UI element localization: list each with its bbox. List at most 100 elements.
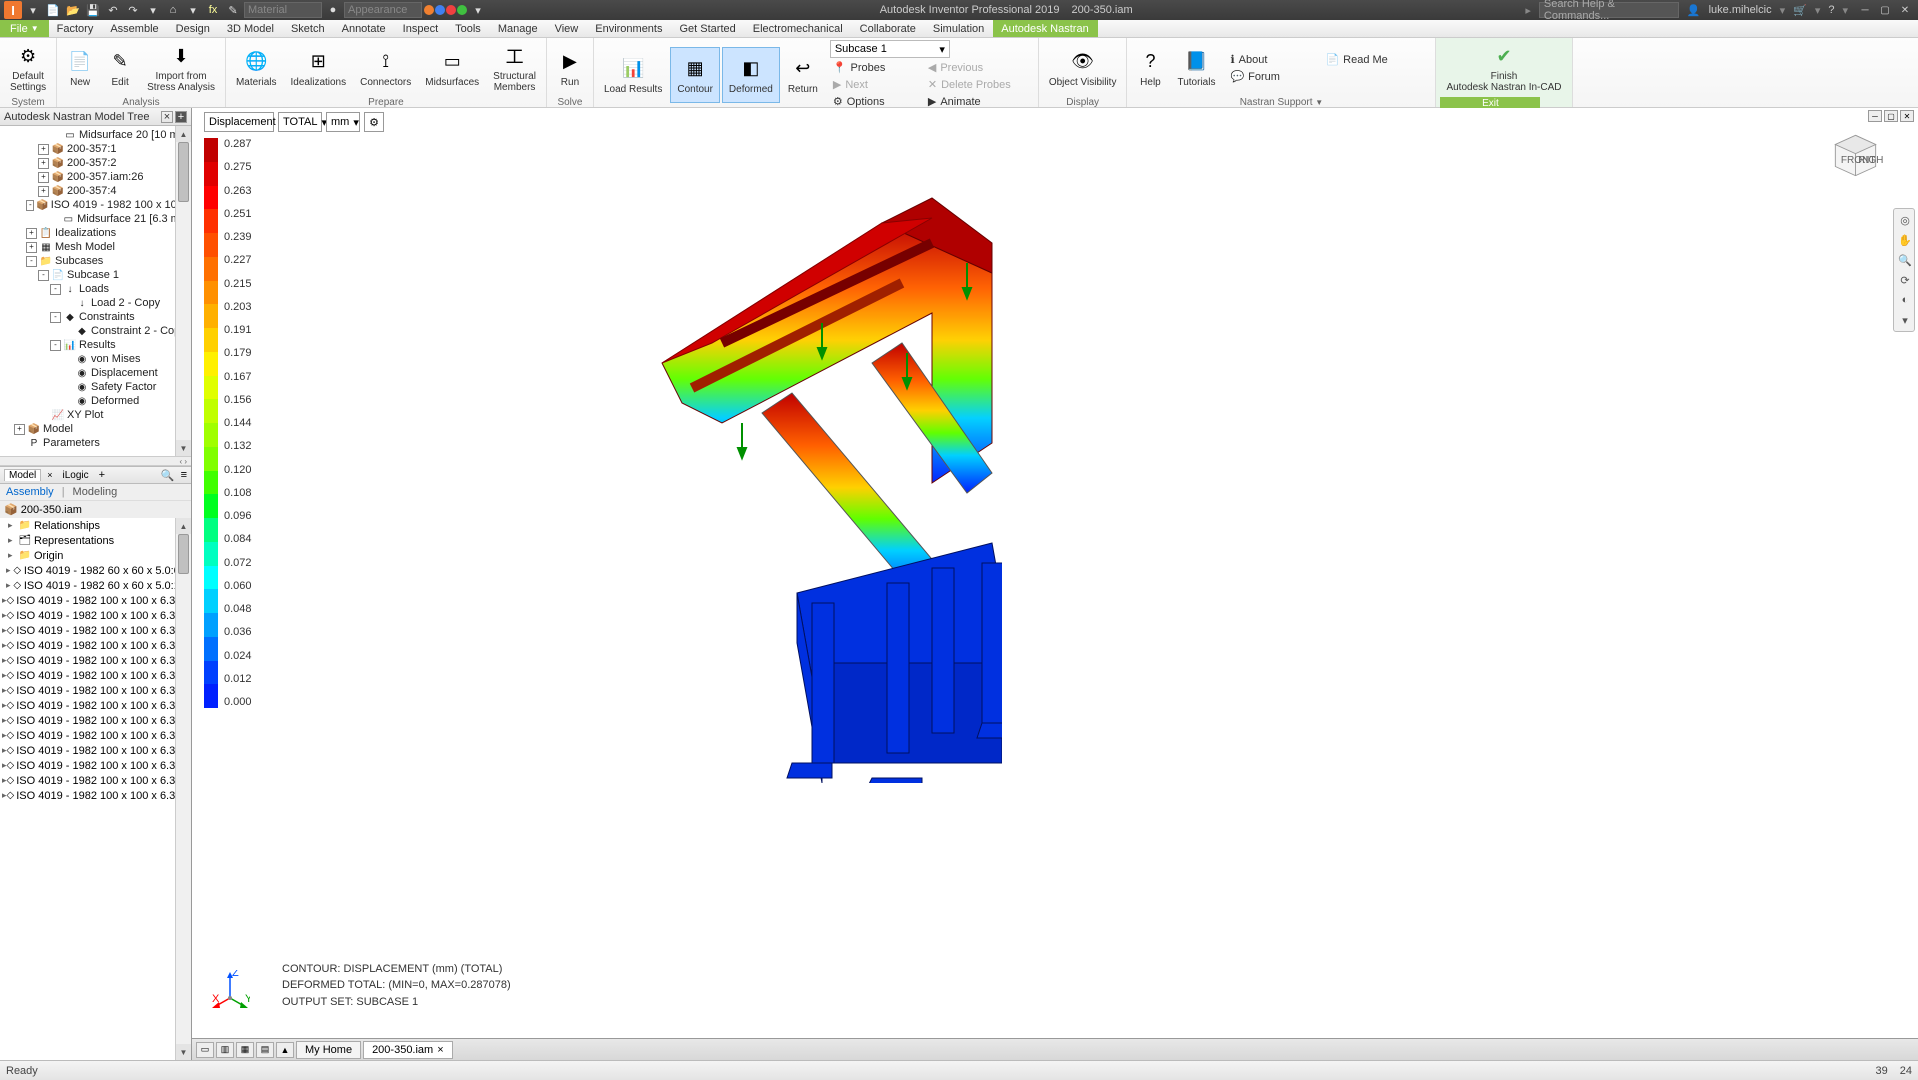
nastran-tree[interactable]: ▭Midsurface 20 [10 mm+📦200-357:1+📦200-35… <box>0 126 191 456</box>
tree-row[interactable]: -◆Constraints <box>0 310 191 324</box>
tree-row[interactable]: +📦200-357:2 <box>0 156 191 170</box>
ribbon-object-visibility-button[interactable]: 👁Object Visibility <box>1043 40 1123 96</box>
pane-close-icon[interactable]: ✕ <box>1900 110 1914 122</box>
ribbon-midsurfaces-button[interactable]: ▭Midsurfaces <box>419 40 485 96</box>
vt-two-icon[interactable]: ▥ <box>216 1042 234 1058</box>
tree-row[interactable]: +📦200-357.iam:26 <box>0 170 191 184</box>
home-icon[interactable]: ⌂ <box>164 2 182 18</box>
nav-steering-icon[interactable]: ◎ <box>1896 211 1914 229</box>
vt-list-icon[interactable]: ▤ <box>256 1042 274 1058</box>
menu-tab-annotate[interactable]: Annotate <box>334 20 395 37</box>
dd2-icon[interactable]: ▾ <box>184 2 202 18</box>
ribbon-default-button[interactable]: ⚙DefaultSettings <box>4 40 52 96</box>
ribbon-contour-button[interactable]: ▦Contour <box>670 47 720 103</box>
model-tree-row[interactable]: ▸◇ISO 4019 - 1982 100 x 100 x 6.3:14:1 <box>0 758 191 773</box>
tree-row[interactable]: -↓Loads <box>0 282 191 296</box>
model-menu-icon[interactable]: ≡ <box>181 469 187 481</box>
ribbon-connectors-button[interactable]: ⟟Connectors <box>354 40 417 96</box>
ribbon-forum-button[interactable]: 💬Forum <box>1227 68 1322 85</box>
ribbon-about-button[interactable]: ℹAbout <box>1227 51 1322 68</box>
menu-tab-manage[interactable]: Manage <box>490 20 547 37</box>
tree-toggle-icon[interactable]: + <box>38 144 49 155</box>
nav-lookat-icon[interactable]: ◐ <box>1896 291 1914 309</box>
model-tree-row[interactable]: ▸◇ISO 4019 - 1982 60 x 60 x 5.0:0:1 <box>0 563 191 578</box>
minimize-icon[interactable]: ─ <box>1856 2 1874 18</box>
tree-toggle-icon[interactable]: - <box>50 312 61 323</box>
pencil-icon[interactable]: ✎ <box>224 2 242 18</box>
ribbon-probes-button[interactable]: 📍Probes <box>830 59 925 76</box>
menu-tab-get-started[interactable]: Get Started <box>672 20 745 37</box>
doc-tab-active[interactable]: 200-350.iam× <box>363 1041 453 1059</box>
subcase-dropdown[interactable]: Subcase 1▾ <box>830 40 950 58</box>
menu-tab-sketch[interactable]: Sketch <box>283 20 334 37</box>
model-tree-row[interactable]: ▸◇ISO 4019 - 1982 100 x 100 x 6.3:6:1 <box>0 653 191 668</box>
menu-tab-design[interactable]: Design <box>168 20 219 37</box>
model-tree-row[interactable]: ▸◇ISO 4019 - 1982 100 x 100 x 6.3:11:1 <box>0 728 191 743</box>
menu-tab-tools[interactable]: Tools <box>447 20 490 37</box>
model-tree-row[interactable]: ▸◇ISO 4019 - 1982 100 x 100 x 6.3:2:1 <box>0 593 191 608</box>
search-input[interactable]: Search Help & Commands... <box>1539 2 1679 18</box>
save-icon[interactable]: 💾 <box>84 2 102 18</box>
tree-row[interactable]: ◉Displacement <box>0 366 191 380</box>
model-tree-row[interactable]: ▸◇ISO 4019 - 1982 100 x 100 x 6.3:5:1 <box>0 638 191 653</box>
tree-toggle-icon[interactable]: ▸ <box>6 565 13 576</box>
close-icon[interactable]: ✕ <box>1896 2 1914 18</box>
material-sphere-icon[interactable]: ● <box>324 2 342 18</box>
menu-tab-factory[interactable]: Factory <box>49 20 103 37</box>
tree-toggle-icon[interactable]: ▸ <box>6 580 13 591</box>
ribbon-run-button[interactable]: ▶Run <box>551 40 589 96</box>
ribbon-load-results-button[interactable]: 📊Load Results <box>598 47 668 103</box>
tree-row[interactable]: -📦ISO 4019 - 1982 100 x 100 : <box>0 198 191 212</box>
model-tab[interactable]: Model <box>4 469 41 481</box>
model-tree-row[interactable]: ▸◇ISO 4019 - 1982 100 x 100 x 6.3:10:1 <box>0 713 191 728</box>
add-tab-icon[interactable]: + <box>99 469 105 481</box>
close-doc-icon[interactable]: × <box>437 1044 443 1056</box>
menu-tab-electromechanical[interactable]: Electromechanical <box>745 20 852 37</box>
menu-tab-autodesk-nastran[interactable]: Autodesk Nastran <box>993 20 1097 37</box>
model-tree-row[interactable]: ▸◇ISO 4019 - 1982 100 x 100 x 6.3:16:1 <box>0 788 191 803</box>
vt-single-icon[interactable]: ▭ <box>196 1042 214 1058</box>
help-icon[interactable]: ? <box>1828 4 1834 16</box>
tree-row[interactable]: 📈XY Plot <box>0 408 191 422</box>
open-icon[interactable]: 📂 <box>64 2 82 18</box>
result-component-dropdown[interactable]: TOTAL▾ <box>278 112 322 132</box>
menu-tab-inspect[interactable]: Inspect <box>395 20 447 37</box>
color-swatches[interactable] <box>424 5 467 15</box>
result-settings-icon[interactable]: ⚙ <box>364 112 384 132</box>
nav-zoom-icon[interactable]: 🔍 <box>1896 251 1914 269</box>
file-menu[interactable]: File▼ <box>0 20 49 37</box>
tree-row[interactable]: +📦Model <box>0 422 191 436</box>
tree-row[interactable]: PParameters <box>0 436 191 450</box>
tree-toggle-icon[interactable]: + <box>26 228 37 239</box>
search-model-icon[interactable]: 🔍 <box>161 469 175 482</box>
result-unit-dropdown[interactable]: mm▾ <box>326 112 360 132</box>
redo-icon[interactable]: ↷ <box>124 2 142 18</box>
ribbon-materials-button[interactable]: 🌐Materials <box>230 40 283 96</box>
tree-row[interactable]: +▦Mesh Model <box>0 240 191 254</box>
fx-icon[interactable]: fx <box>204 2 222 18</box>
tree-toggle-icon[interactable]: ▸ <box>8 535 18 546</box>
tree-toggle-icon[interactable]: - <box>26 200 34 211</box>
tree-toggle-icon[interactable]: - <box>38 270 49 281</box>
menu-tab-simulation[interactable]: Simulation <box>925 20 993 37</box>
ribbon-edit-button[interactable]: ✎Edit <box>101 40 139 96</box>
maximize-icon[interactable]: ▢ <box>1876 2 1894 18</box>
ribbon-help-button[interactable]: ?Help <box>1131 40 1169 96</box>
model-tree-row[interactable]: ▸◇ISO 4019 - 1982 100 x 100 x 6.3:8:1 <box>0 683 191 698</box>
tree-toggle-icon[interactable]: + <box>38 158 49 169</box>
model-tree-row[interactable]: ▸◇ISO 4019 - 1982 100 x 100 x 6.3:12:1 <box>0 743 191 758</box>
vt-up-icon[interactable]: ▲ <box>276 1042 294 1058</box>
model-tree-row[interactable]: ▸◇ISO 4019 - 1982 100 x 100 x 6.3:15:1 <box>0 773 191 788</box>
pane-min-icon[interactable]: ─ <box>1868 110 1882 122</box>
vt-four-icon[interactable]: ▦ <box>236 1042 254 1058</box>
qat-open-icon[interactable]: ▾ <box>24 2 42 18</box>
tree-row[interactable]: ◉Safety Factor <box>0 380 191 394</box>
nav-expand-icon[interactable]: ▾ <box>1896 311 1914 329</box>
menu-tab-collaborate[interactable]: Collaborate <box>852 20 925 37</box>
model-tree-row[interactable]: ▸◇ISO 4019 - 1982 100 x 100 x 6.3:7:1 <box>0 668 191 683</box>
nav-orbit-icon[interactable]: ⟳ <box>1896 271 1914 289</box>
model-tree-row[interactable]: ▸◇ISO 4019 - 1982 100 x 100 x 6.3:4:1 <box>0 623 191 638</box>
new-icon[interactable]: 📄 <box>44 2 62 18</box>
tree-row[interactable]: -📄Subcase 1 <box>0 268 191 282</box>
material-dropdown[interactable]: Material <box>244 2 322 18</box>
